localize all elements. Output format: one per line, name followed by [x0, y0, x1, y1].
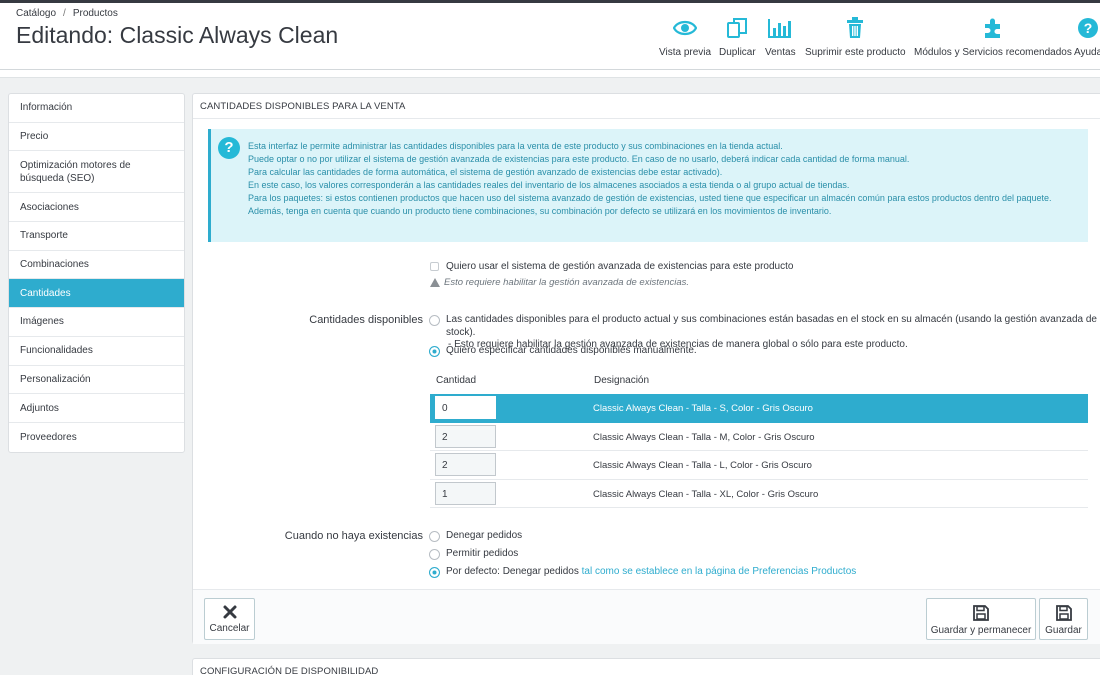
available-quantities-label: Cantidades disponibles: [309, 314, 423, 326]
info-alert: ? Esta interfaz le permite administrar l…: [208, 129, 1088, 242]
product-tabs-sidebar: Información Precio Optimización motores …: [8, 93, 185, 453]
quantity-input[interactable]: 2: [435, 453, 496, 476]
header-divider: [0, 77, 1100, 78]
advanced-stock-warning: Esto requiere habilitar la gestión avanz…: [430, 277, 689, 288]
delete-product-button[interactable]: Suprimir este producto: [805, 17, 906, 58]
floppy-disk-icon: [1055, 605, 1072, 621]
floppy-disk-icon: [973, 605, 989, 621]
recommended-modules-button[interactable]: Módulos y Servicios recomendados: [914, 17, 1072, 58]
info-text: Esta interfaz le permite administrar las…: [248, 141, 1052, 216]
designation-cell: Classic Always Clean - Talla - XL, Color…: [593, 488, 819, 500]
quantity-input[interactable]: 1: [435, 481, 496, 505]
save-button[interactable]: Guardar: [1039, 598, 1088, 640]
panel-heading: Configuración de disponibilidad: [200, 666, 379, 675]
radio-allow-orders[interactable]: [429, 548, 440, 560]
sidebar-item-combinaciones[interactable]: Combinaciones: [9, 251, 184, 280]
copy-icon: [719, 17, 756, 41]
sidebar-item-asociaciones[interactable]: Asociaciones: [9, 193, 184, 223]
page-header: Catálogo / Productos Editando: Classic Alw…: [0, 3, 1100, 70]
header-gap: [0, 70, 1100, 77]
sidebar-item-proveedores[interactable]: Proveedores: [9, 423, 184, 452]
cancel-button[interactable]: Cancelar: [204, 598, 255, 640]
table-row[interactable]: 1 Classic Always Clean - Talla - XL, Col…: [430, 480, 1088, 508]
designation-cell: Classic Always Clean - Talla - S, Color …: [593, 403, 813, 414]
out-of-stock-default[interactable]: Por defecto: Denegar pedidos tal como se…: [429, 566, 856, 579]
save-and-stay-button[interactable]: Guardar y permanecer: [926, 598, 1036, 640]
sidebar-item-funcionalidades[interactable]: Funcionalidades: [9, 337, 184, 366]
out-of-stock-allow[interactable]: Permitir pedidos: [429, 548, 518, 561]
table-row[interactable]: 0 Classic Always Clean - Talla - S, Colo…: [430, 394, 1088, 423]
radio-deny-orders[interactable]: [429, 530, 440, 542]
out-of-stock-deny[interactable]: Denegar pedidos: [429, 530, 522, 543]
table-row[interactable]: 2 Classic Always Clean - Talla - M, Colo…: [430, 423, 1088, 451]
designation-cell: Classic Always Clean - Talla - L, Color …: [593, 460, 812, 471]
advanced-stock-option[interactable]: Quiero usar el sistema de gestión avanza…: [430, 261, 793, 272]
close-icon: [223, 605, 236, 619]
product-preferences-link[interactable]: tal como se establece en la página de Pr…: [582, 566, 857, 577]
column-header-quantity: Cantidad: [436, 375, 477, 386]
panel-heading: Cantidades disponibles para la venta: [193, 94, 1100, 119]
radio-manual[interactable]: [429, 345, 440, 357]
duplicate-button[interactable]: Duplicar: [719, 17, 756, 58]
table-row[interactable]: 2 Classic Always Clean - Talla - L, Colo…: [430, 451, 1088, 480]
help-icon: ?: [1074, 17, 1100, 41]
sidebar-item-adjuntos[interactable]: Adjuntos: [9, 394, 184, 423]
help-button[interactable]: ? Ayuda: [1074, 17, 1100, 58]
puzzle-icon: [914, 17, 1072, 41]
eye-icon: [659, 17, 711, 41]
radio-default[interactable]: [429, 566, 440, 578]
trash-icon: [805, 17, 906, 41]
svg-text:?: ?: [1084, 20, 1093, 36]
question-icon: ?: [218, 137, 240, 159]
sidebar-item-seo[interactable]: Optimización motores de búsqueda (SEO): [9, 151, 184, 194]
panel-footer: Cancelar Guardar y permanecer Guardar: [193, 589, 1100, 644]
quantity-input[interactable]: 0: [435, 396, 496, 419]
sidebar-item-informacion[interactable]: Información: [9, 94, 184, 123]
out-of-stock-label: Cuando no haya existencias: [284, 530, 423, 542]
sidebar-item-personalizacion[interactable]: Personalización: [9, 366, 184, 395]
designation-cell: Classic Always Clean - Talla - M, Color …: [593, 431, 815, 443]
sidebar-item-cantidades[interactable]: Cantidades: [9, 279, 184, 309]
sidebar-item-precio[interactable]: Precio: [9, 123, 184, 152]
warning-icon: [430, 278, 440, 287]
column-header-designation: Designación: [594, 375, 650, 386]
available-option-manual[interactable]: Quiero especificar cantidades disponible…: [429, 345, 697, 358]
bar-chart-icon: [765, 17, 796, 41]
advanced-stock-checkbox[interactable]: [430, 262, 439, 271]
radio-stock-based[interactable]: [429, 315, 440, 326]
sidebar-item-transporte[interactable]: Transporte: [9, 222, 184, 251]
sales-button[interactable]: Ventas: [765, 17, 796, 58]
quantities-panel: Cantidades disponibles para la venta ? E…: [192, 93, 1100, 644]
availability-panel: Configuración de disponibilidad: [192, 658, 1100, 675]
quantity-input[interactable]: 2: [435, 424, 496, 448]
preview-button[interactable]: Vista previa: [659, 17, 711, 58]
sidebar-item-imagenes[interactable]: Imágenes: [9, 308, 184, 337]
header-toolbar: Vista previa Duplicar Ventas Suprimir es…: [0, 17, 1100, 67]
